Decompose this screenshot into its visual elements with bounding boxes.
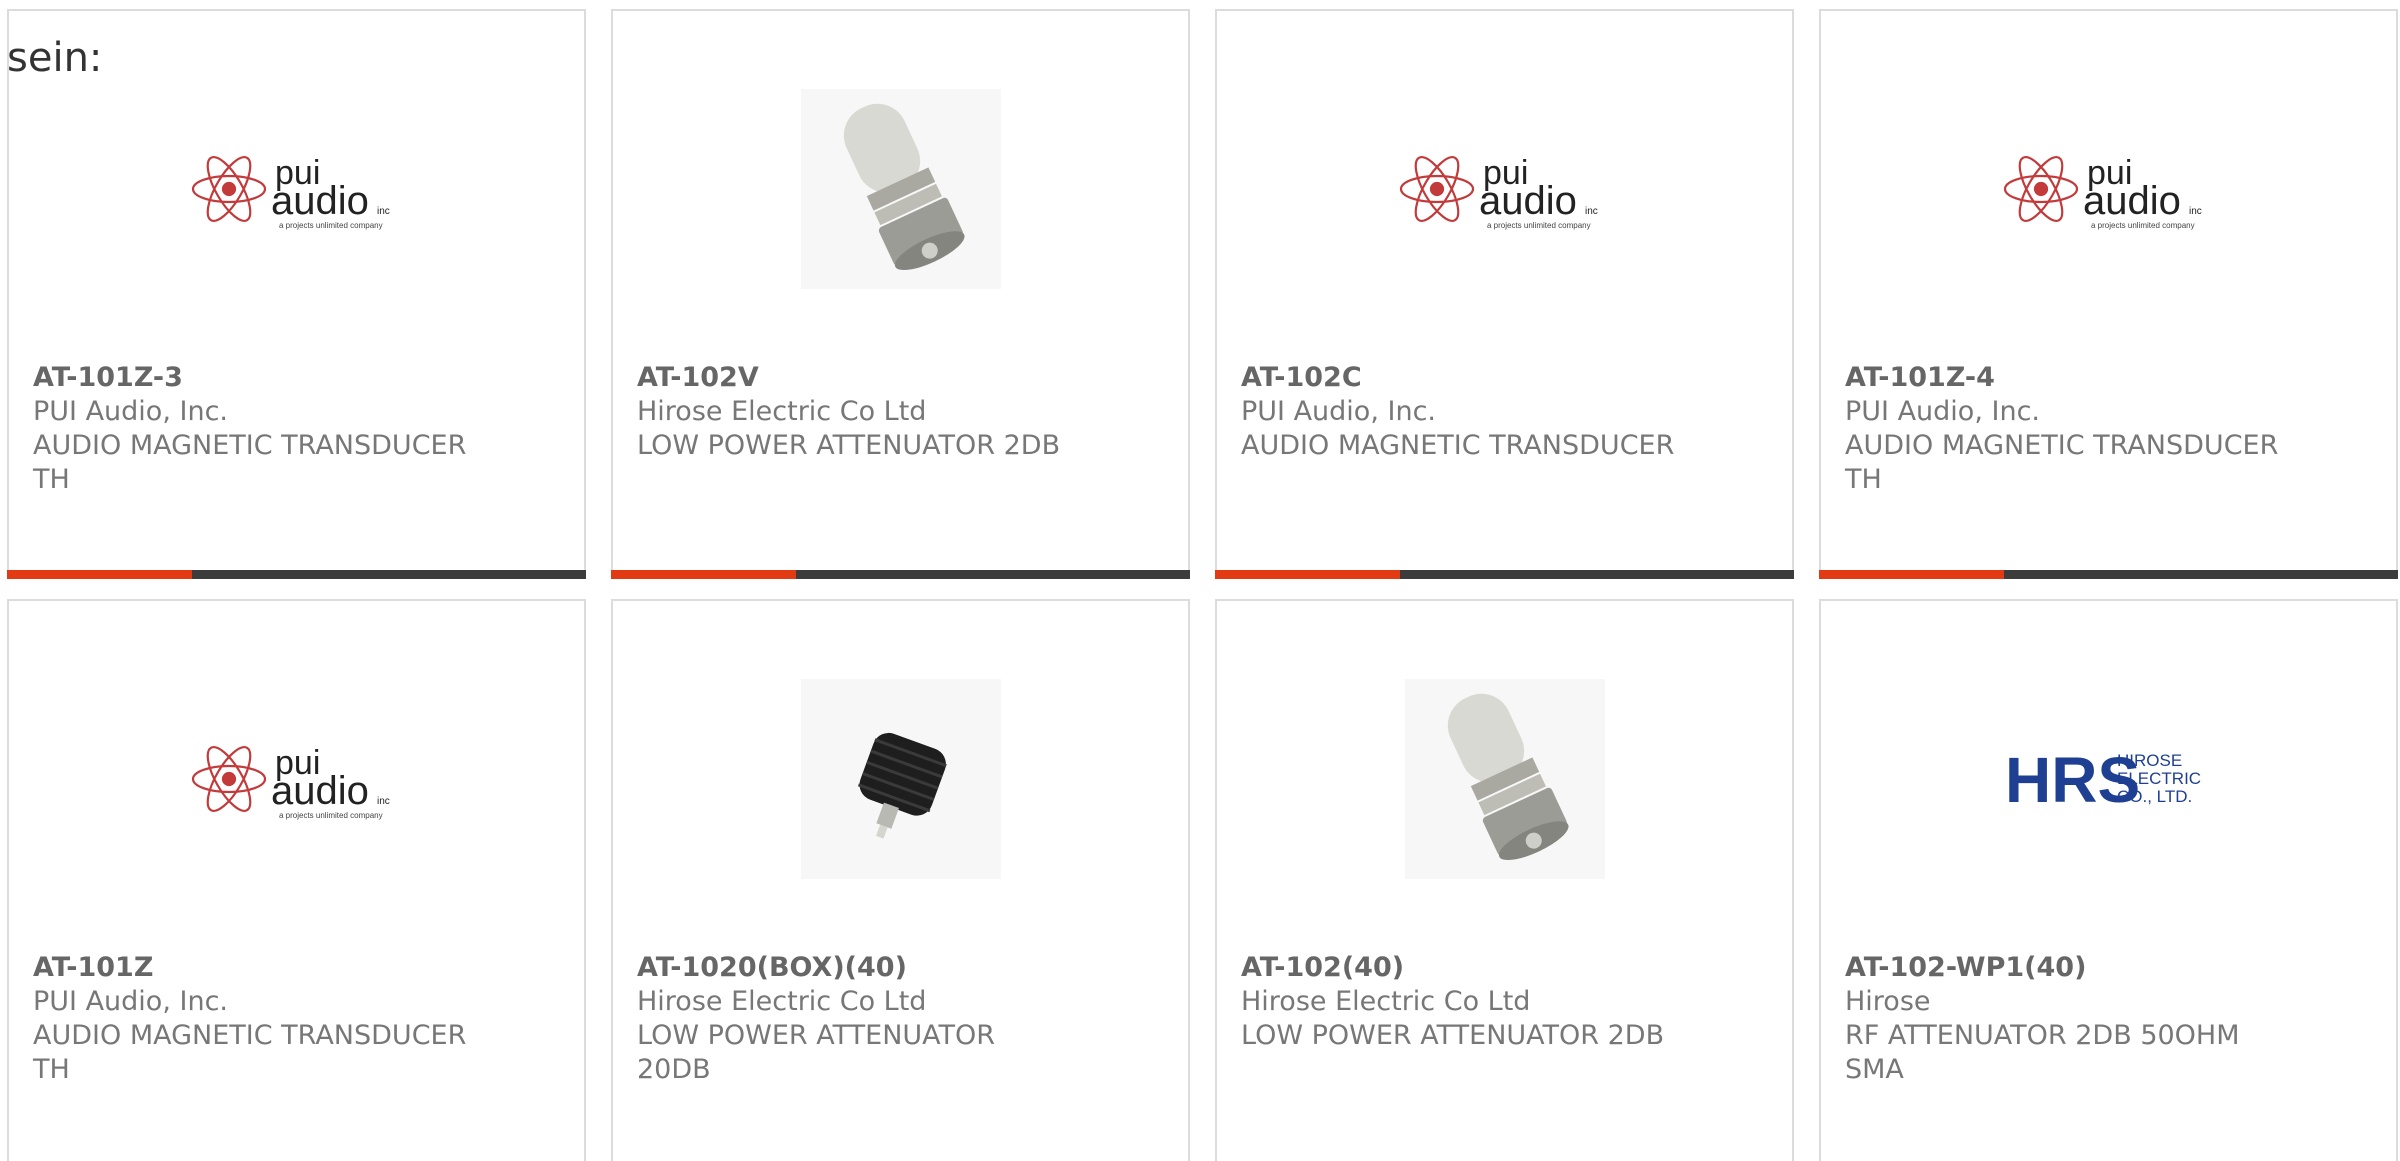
description: AUDIO MAGNETIC TRANSDUCER xyxy=(1241,430,1675,461)
product-info: AT-101Z-3 PUI Audio, Inc. AUDIO MAGNETIC… xyxy=(33,361,560,497)
heatsink-attenuator-photo-icon xyxy=(800,679,1001,879)
svg-text:audio: audio xyxy=(2083,179,2181,223)
description: LOW POWER ATTENUATOR 2DB xyxy=(1241,1020,1665,1051)
pui-audio-logo-icon: pui audio inc a projects unlimited compa… xyxy=(191,744,390,820)
card-footer-bar xyxy=(1215,570,1794,579)
manufacturer: PUI Audio, Inc. xyxy=(1845,396,2040,427)
description: AUDIO MAGNETIC TRANSDUCER TH xyxy=(33,1020,467,1085)
product-card[interactable]: AT-102V Hirose Electric Co Ltd LOW POWER… xyxy=(611,9,1190,579)
product-image xyxy=(613,673,1188,885)
svg-text:audio: audio xyxy=(271,179,369,223)
part-number[interactable]: AT-1020(BOX)(40) xyxy=(637,951,1164,985)
product-info: AT-102-WP1(40) Hirose RF ATTENUATOR 2DB … xyxy=(1845,951,2372,1087)
svg-text:audio: audio xyxy=(1479,179,1577,223)
svg-text:a projects unlimited company: a projects unlimited company xyxy=(279,221,383,230)
description: RF ATTENUATOR 2DB 50OHM SMA xyxy=(1845,1020,2240,1085)
product-info: AT-102(40) Hirose Electric Co Ltd LOW PO… xyxy=(1241,951,1768,1053)
product-card[interactable]: pui audio inc a projects unlimited compa… xyxy=(1819,9,2398,579)
product-grid-page: sein: pui audio inc a projects unlimited… xyxy=(0,0,2400,1161)
product-info: AT-101Z-4 PUI Audio, Inc. AUDIO MAGNETIC… xyxy=(1845,361,2372,497)
hrs-logo-icon: HRS HIROSE ELECTRIC CO., LTD. xyxy=(2005,744,2201,816)
product-image: pui audio inc a projects unlimited compa… xyxy=(9,83,584,295)
bar-accent xyxy=(7,570,193,579)
svg-text:a projects unlimited company: a projects unlimited company xyxy=(279,811,383,820)
product-card[interactable]: pui audio inc a projects unlimited compa… xyxy=(1215,9,1794,579)
bar-accent xyxy=(1215,570,1401,579)
product-image: pui audio inc a projects unlimited compa… xyxy=(1821,83,2396,295)
manufacturer: PUI Audio, Inc. xyxy=(1241,396,1436,427)
card-footer-bar xyxy=(1819,570,2398,579)
manufacturer: PUI Audio, Inc. xyxy=(33,986,228,1017)
product-image xyxy=(613,83,1188,295)
product-info: AT-102C PUI Audio, Inc. AUDIO MAGNETIC T… xyxy=(1241,361,1768,463)
description: LOW POWER ATTENUATOR 2DB xyxy=(637,430,1061,461)
product-info: AT-1020(BOX)(40) Hirose Electric Co Ltd … xyxy=(637,951,1164,1087)
product-info: AT-101Z PUI Audio, Inc. AUDIO MAGNETIC T… xyxy=(33,951,560,1087)
manufacturer: Hirose Electric Co Ltd xyxy=(637,986,927,1017)
product-card[interactable]: AT-1020(BOX)(40) Hirose Electric Co Ltd … xyxy=(611,599,1190,1161)
product-image: pui audio inc a projects unlimited compa… xyxy=(9,673,584,885)
part-number[interactable]: AT-102C xyxy=(1241,361,1768,395)
product-card[interactable]: pui audio inc a projects unlimited compa… xyxy=(7,599,586,1161)
svg-text:inc: inc xyxy=(1585,206,1598,217)
product-image xyxy=(1217,673,1792,885)
part-number[interactable]: AT-101Z-3 xyxy=(33,361,560,395)
attenuator-photo-icon xyxy=(1404,679,1605,879)
manufacturer: Hirose Electric Co Ltd xyxy=(637,396,927,427)
product-image: HRS HIROSE ELECTRIC CO., LTD. xyxy=(1821,673,2396,885)
bar-accent xyxy=(1819,570,2005,579)
attenuator-photo-icon xyxy=(800,89,1001,289)
part-number[interactable]: AT-101Z xyxy=(33,951,560,985)
svg-text:a projects unlimited company: a projects unlimited company xyxy=(2091,221,2195,230)
part-number[interactable]: AT-102V xyxy=(637,361,1164,395)
pui-audio-logo-icon: pui audio inc a projects unlimited compa… xyxy=(191,154,390,230)
part-number[interactable]: AT-102(40) xyxy=(1241,951,1768,985)
part-number[interactable]: AT-101Z-4 xyxy=(1845,361,2372,395)
part-number[interactable]: AT-102-WP1(40) xyxy=(1845,951,2372,985)
product-image: pui audio inc a projects unlimited compa… xyxy=(1217,83,1792,295)
svg-text:audio: audio xyxy=(271,769,369,813)
card-footer-bar xyxy=(7,570,586,579)
description: LOW POWER ATTENUATOR 20DB xyxy=(637,1020,996,1085)
product-card[interactable]: pui audio inc a projects unlimited compa… xyxy=(7,9,586,579)
intro-text: sein: xyxy=(7,35,103,81)
svg-text:HIROSE: HIROSE xyxy=(2117,751,2182,770)
product-card[interactable]: HRS HIROSE ELECTRIC CO., LTD. AT-102-WP1… xyxy=(1819,599,2398,1161)
svg-text:ELECTRIC: ELECTRIC xyxy=(2117,769,2201,788)
product-info: AT-102V Hirose Electric Co Ltd LOW POWER… xyxy=(637,361,1164,463)
svg-text:inc: inc xyxy=(377,796,390,807)
pui-audio-logo-icon: pui audio inc a projects unlimited compa… xyxy=(1399,154,1598,230)
product-card[interactable]: AT-102(40) Hirose Electric Co Ltd LOW PO… xyxy=(1215,599,1794,1161)
svg-text:CO., LTD.: CO., LTD. xyxy=(2117,787,2192,806)
description: AUDIO MAGNETIC TRANSDUCER TH xyxy=(1845,430,2279,495)
svg-text:inc: inc xyxy=(2189,206,2202,217)
manufacturer: Hirose Electric Co Ltd xyxy=(1241,986,1531,1017)
svg-text:a projects unlimited company: a projects unlimited company xyxy=(1487,221,1591,230)
bar-accent xyxy=(611,570,797,579)
description: AUDIO MAGNETIC TRANSDUCER TH xyxy=(33,430,467,495)
svg-text:inc: inc xyxy=(377,206,390,217)
pui-audio-logo-icon: pui audio inc a projects unlimited compa… xyxy=(2003,154,2202,230)
manufacturer: PUI Audio, Inc. xyxy=(33,396,228,427)
card-footer-bar xyxy=(611,570,1190,579)
manufacturer: Hirose xyxy=(1845,986,1931,1017)
